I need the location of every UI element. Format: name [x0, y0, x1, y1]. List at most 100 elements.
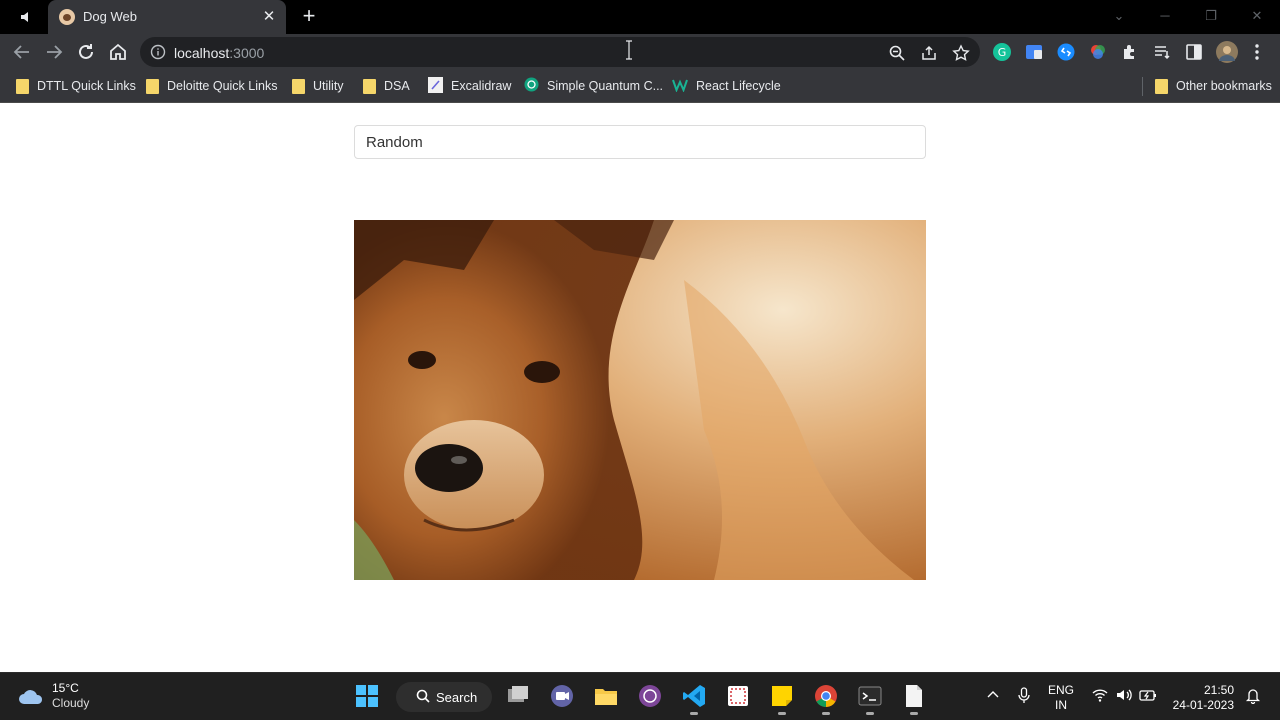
- breed-select[interactable]: Random: [354, 125, 926, 159]
- folder-icon: [363, 78, 376, 94]
- bookmark-label: React Lifecycle: [696, 79, 781, 93]
- bookmarks-divider: [1142, 77, 1143, 96]
- url-host: localhost: [174, 45, 230, 61]
- tab-dog-web[interactable]: Dog Web ✕: [48, 0, 286, 34]
- maximize-icon[interactable]: ❐: [1196, 6, 1226, 26]
- running-indicator: [778, 712, 786, 715]
- weather-temp: 15°C: [52, 681, 79, 695]
- tab-audio-icon[interactable]: [18, 9, 38, 25]
- file-explorer-icon[interactable]: [593, 683, 619, 709]
- taskbar-clock[interactable]: 21:50 24-01-2023: [1168, 683, 1234, 713]
- tab-title: Dog Web: [83, 9, 137, 24]
- extensions-icon[interactable]: [1120, 42, 1140, 62]
- tab-search-chevron-icon[interactable]: ⌄: [1104, 6, 1134, 26]
- folder-icon: [146, 78, 159, 94]
- profile-avatar-icon[interactable]: [1216, 41, 1238, 63]
- notepad-icon[interactable]: [901, 683, 927, 715]
- bookmark-simple-quantum[interactable]: Simple Quantum C...: [524, 76, 663, 96]
- sticky-notes-icon[interactable]: [769, 683, 795, 715]
- microphone-icon[interactable]: [1015, 686, 1033, 704]
- region-code: IN: [1055, 698, 1067, 712]
- bookmark-label: Deloitte Quick Links: [167, 79, 278, 93]
- taskbar-search-button[interactable]: Search: [396, 682, 492, 712]
- chrome-menu-icon[interactable]: [1250, 42, 1264, 62]
- bookmark-label: DSA: [384, 79, 410, 93]
- shazam-icon[interactable]: [1056, 42, 1076, 62]
- running-indicator: [866, 712, 874, 715]
- tor-browser-icon[interactable]: [637, 683, 663, 709]
- bookmark-other-bookmarks[interactable]: Other bookmarks: [1155, 76, 1272, 96]
- terminal-icon[interactable]: [857, 683, 883, 715]
- notifications-icon[interactable]: [1244, 686, 1262, 705]
- folder-icon: [1155, 78, 1168, 94]
- bookmark-label: DTTL Quick Links: [37, 79, 136, 93]
- forward-button[interactable]: [42, 40, 66, 64]
- language-code: ENG: [1048, 683, 1075, 697]
- bookmark-dsa[interactable]: DSA: [363, 76, 410, 96]
- site-info-icon[interactable]: [150, 44, 166, 60]
- running-indicator: [690, 712, 698, 715]
- vscode-icon[interactable]: [681, 683, 707, 715]
- grammarly-icon[interactable]: G: [992, 42, 1012, 62]
- clock-time: 21:50: [1203, 683, 1234, 697]
- bookmark-dttl-quick-links[interactable]: DTTL Quick Links: [16, 76, 136, 96]
- close-window-icon[interactable]: ✕: [1242, 6, 1272, 26]
- dog-favicon-icon: [59, 9, 75, 25]
- zoom-icon[interactable]: [888, 44, 906, 62]
- bookmark-react-lifecycle[interactable]: React Lifecycle: [672, 76, 781, 96]
- browser-toolbar: localhost:3000 G: [0, 34, 1280, 70]
- new-tab-button[interactable]: +: [298, 5, 320, 28]
- start-button[interactable]: [354, 683, 380, 709]
- snipping-tool-icon[interactable]: [725, 683, 751, 709]
- color-picker-icon[interactable]: [1088, 42, 1108, 62]
- search-label: Search: [436, 689, 478, 705]
- excalidraw-icon: [428, 76, 443, 96]
- running-indicator: [910, 712, 918, 715]
- volume-icon[interactable]: [1115, 686, 1133, 704]
- dog-photo: [354, 220, 926, 580]
- bookmark-label: Excalidraw: [451, 79, 512, 93]
- windows-taskbar: 15°C Cloudy Search ENG IN 21:50 24-01-20…: [0, 672, 1280, 720]
- bookmark-label: Other bookmarks: [1176, 79, 1272, 93]
- weather-condition: Cloudy: [52, 696, 90, 710]
- running-indicator: [822, 712, 830, 715]
- back-button[interactable]: [10, 40, 34, 64]
- svg-text:G: G: [998, 46, 1007, 59]
- google-translate-icon[interactable]: [1024, 42, 1044, 62]
- reload-button[interactable]: [74, 40, 98, 64]
- folder-icon: [292, 78, 305, 94]
- task-view-icon[interactable]: [505, 683, 531, 709]
- side-panel-icon[interactable]: [1184, 42, 1204, 62]
- chat-app-icon[interactable]: [549, 683, 575, 709]
- wifi-icon[interactable]: [1091, 686, 1109, 704]
- chrome-icon[interactable]: [813, 683, 839, 715]
- bookmark-deloitte-quick-links[interactable]: Deloitte Quick Links: [146, 76, 277, 96]
- address-bar[interactable]: localhost:3000: [140, 37, 980, 67]
- weather-widget[interactable]: 15°C Cloudy: [18, 681, 89, 711]
- home-button[interactable]: [106, 40, 130, 64]
- cloud-icon: [18, 687, 44, 705]
- openai-icon: [524, 77, 539, 95]
- search-icon: [416, 689, 430, 706]
- reading-list-icon[interactable]: [1152, 42, 1172, 62]
- web-page: Random: [0, 103, 1280, 672]
- minimize-icon[interactable]: ─: [1150, 6, 1180, 26]
- show-hidden-icons-chevron-icon[interactable]: [984, 686, 1002, 704]
- url-text: localhost:3000: [174, 45, 264, 61]
- language-indicator[interactable]: ENG IN: [1048, 683, 1074, 713]
- bookmark-utility[interactable]: Utility: [292, 76, 344, 96]
- bookmark-label: Simple Quantum C...: [547, 79, 664, 93]
- folder-icon: [16, 78, 29, 94]
- w-icon: [672, 78, 688, 95]
- bookmark-star-icon[interactable]: [952, 44, 970, 62]
- clock-date: 24-01-2023: [1172, 698, 1234, 712]
- text-cursor-icon: [625, 40, 633, 60]
- url-port: :3000: [229, 45, 265, 61]
- bookmark-label: Utility: [313, 79, 344, 93]
- close-tab-icon[interactable]: ✕: [260, 8, 278, 26]
- share-icon[interactable]: [920, 44, 938, 62]
- battery-icon[interactable]: [1139, 686, 1157, 704]
- bookmarks-bar: DTTL Quick Links Deloitte Quick Links Ut…: [0, 70, 1280, 103]
- bookmark-excalidraw[interactable]: Excalidraw: [428, 76, 511, 96]
- browser-title-bar: Dog Web ✕ + ⌄ ─ ❐ ✕: [0, 0, 1280, 34]
